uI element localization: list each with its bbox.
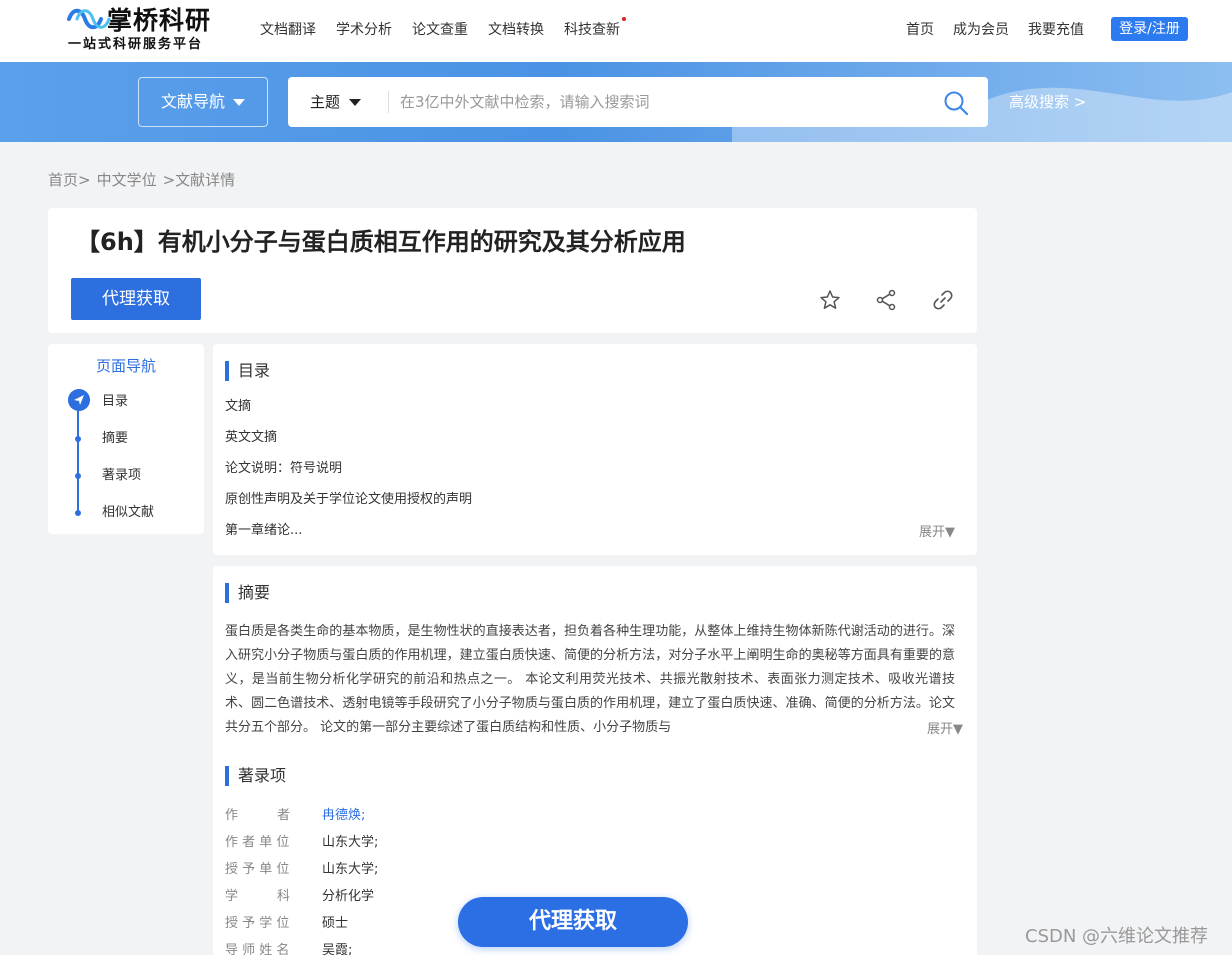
page-navigation: 页面导航 目录 摘要 著录项 相似文献 bbox=[48, 344, 204, 534]
toc-item[interactable]: 第一章绪论... bbox=[225, 522, 302, 540]
star-icon[interactable] bbox=[818, 288, 842, 312]
record-heading: 著录项 bbox=[225, 766, 286, 786]
record-row: 学 科 分析化学 bbox=[225, 888, 374, 906]
breadcrumb-current: >文献详情 bbox=[162, 171, 236, 189]
page-nav-track bbox=[77, 402, 79, 514]
abstract-text: 蛋白质是各类生命的基本物质，是生物性状的直接表达者，担负着各种生理功能，从整体上… bbox=[225, 624, 955, 735]
record-row: 授 予 单 位 山东大学; bbox=[225, 861, 378, 879]
search-icon[interactable] bbox=[943, 90, 969, 116]
link-icon[interactable] bbox=[931, 288, 955, 312]
recharge-link[interactable]: 我要充值 bbox=[1028, 20, 1084, 40]
toc-expand-button[interactable]: 展开▼ bbox=[919, 524, 955, 542]
chevron-down-icon bbox=[233, 99, 245, 106]
right-links: 首页 成为会员 我要充值 bbox=[906, 20, 1103, 40]
record-value: 山东大学; bbox=[322, 862, 379, 877]
abstract-heading: 摘要 bbox=[225, 583, 270, 603]
main-nav: 文档翻译 学术分析 论文查重 文档转换 科技查新 bbox=[260, 17, 640, 40]
literature-nav-label: 文献导航 bbox=[161, 92, 226, 111]
record-label: 学 科 bbox=[225, 889, 291, 904]
caret-down-icon bbox=[349, 99, 361, 106]
record-row: 作 者 单 位 山东大学; bbox=[225, 834, 378, 852]
search-divider bbox=[388, 91, 389, 113]
document-title: 【6h】有机小分子与蛋白质相互作用的研究及其分析应用 bbox=[76, 228, 686, 256]
nav-dot bbox=[75, 436, 81, 442]
site-logo[interactable]: 掌桥科研 一站式科研服务平台 bbox=[67, 4, 227, 56]
breadcrumb-home[interactable]: 首页> bbox=[48, 170, 91, 190]
login-register-button[interactable]: 登录/注册 bbox=[1111, 17, 1188, 41]
search-box: 主题 bbox=[288, 77, 988, 127]
record-row: 导 师 姓 名 吴霞; bbox=[225, 942, 352, 955]
page-nav-similar[interactable]: 相似文献 bbox=[102, 504, 154, 522]
toc-heading: 目录 bbox=[225, 361, 270, 381]
share-icon[interactable] bbox=[874, 288, 898, 312]
logo-subtitle: 一站式科研服务平台 bbox=[68, 37, 204, 52]
record-label: 授 予 单 位 bbox=[225, 862, 290, 877]
page-nav-abstract[interactable]: 摘要 bbox=[102, 430, 128, 448]
membership-link[interactable]: 成为会员 bbox=[953, 20, 1009, 40]
nav-novelty-search[interactable]: 科技查新 bbox=[564, 17, 626, 40]
page-nav-title: 页面导航 bbox=[95, 357, 156, 375]
record-label: 作 者 单 位 bbox=[225, 835, 290, 850]
abstract-expand-button[interactable]: 展开▼ bbox=[923, 721, 963, 739]
page-nav-record[interactable]: 著录项 bbox=[102, 467, 141, 485]
toc-item[interactable]: 文摘 bbox=[225, 398, 251, 416]
record-label: 授 予 学 位 bbox=[225, 916, 290, 931]
breadcrumb: 首页> 中文学位 >文献详情 bbox=[48, 170, 235, 190]
breadcrumb-category[interactable]: 中文学位 bbox=[97, 170, 157, 190]
record-value: 分析化学 bbox=[322, 889, 375, 904]
home-link[interactable]: 首页 bbox=[906, 20, 934, 40]
paper-plane-icon bbox=[68, 389, 90, 411]
search-input[interactable] bbox=[400, 87, 930, 117]
logo-wave-icon bbox=[67, 8, 111, 30]
record-value: 硕士 bbox=[322, 916, 349, 931]
top-nav-bar: 掌桥科研 一站式科研服务平台 文档翻译 学术分析 论文查重 文档转换 科技查新 … bbox=[0, 0, 1232, 62]
search-band: 文献导航 主题 高级搜索 > bbox=[0, 62, 1232, 142]
csdn-watermark: CSDN @六维论文推荐 bbox=[1025, 926, 1209, 947]
record-label: 作 者 bbox=[225, 808, 291, 823]
author-link[interactable]: 冉德焕; bbox=[322, 807, 365, 825]
record-label: 导 师 姓 名 bbox=[225, 943, 290, 955]
floating-proxy-fetch-button[interactable]: 代理获取 bbox=[458, 897, 688, 947]
advanced-search-link[interactable]: 高级搜索 > bbox=[1009, 92, 1086, 112]
page-nav-toc[interactable]: 目录 bbox=[102, 393, 128, 411]
toc-item[interactable]: 论文说明：符号说明 bbox=[225, 460, 342, 478]
literature-nav-dropdown[interactable]: 文献导航 bbox=[138, 77, 268, 127]
document-header-card: 【6h】有机小分子与蛋白质相互作用的研究及其分析应用 代理获取 bbox=[48, 208, 977, 333]
record-row: 作 者 冉德焕; bbox=[225, 807, 365, 825]
record-value: 山东大学; bbox=[322, 835, 379, 850]
search-field-select[interactable]: 主题 bbox=[310, 92, 340, 112]
toc-section: 目录 文摘 英文文摘 论文说明：符号说明 原创性声明及关于学位论文使用授权的声明… bbox=[213, 344, 977, 555]
nav-dot bbox=[75, 473, 81, 479]
record-value: 吴霞; bbox=[322, 943, 353, 955]
nav-plagiarism-check[interactable]: 论文查重 bbox=[412, 20, 468, 40]
nav-dot bbox=[75, 510, 81, 516]
toc-item[interactable]: 英文文摘 bbox=[225, 429, 277, 447]
nav-doc-translate[interactable]: 文档翻译 bbox=[260, 20, 316, 40]
new-dot-badge bbox=[622, 17, 626, 21]
nav-novelty-label: 科技查新 bbox=[564, 22, 620, 38]
proxy-fetch-button[interactable]: 代理获取 bbox=[71, 278, 201, 320]
logo-title: 掌桥科研 bbox=[107, 6, 212, 35]
nav-academic-analysis[interactable]: 学术分析 bbox=[336, 20, 392, 40]
toc-item[interactable]: 原创性声明及关于学位论文使用授权的声明 bbox=[225, 491, 472, 509]
nav-doc-convert[interactable]: 文档转换 bbox=[488, 20, 544, 40]
record-row: 授 予 学 位 硕士 bbox=[225, 915, 348, 933]
